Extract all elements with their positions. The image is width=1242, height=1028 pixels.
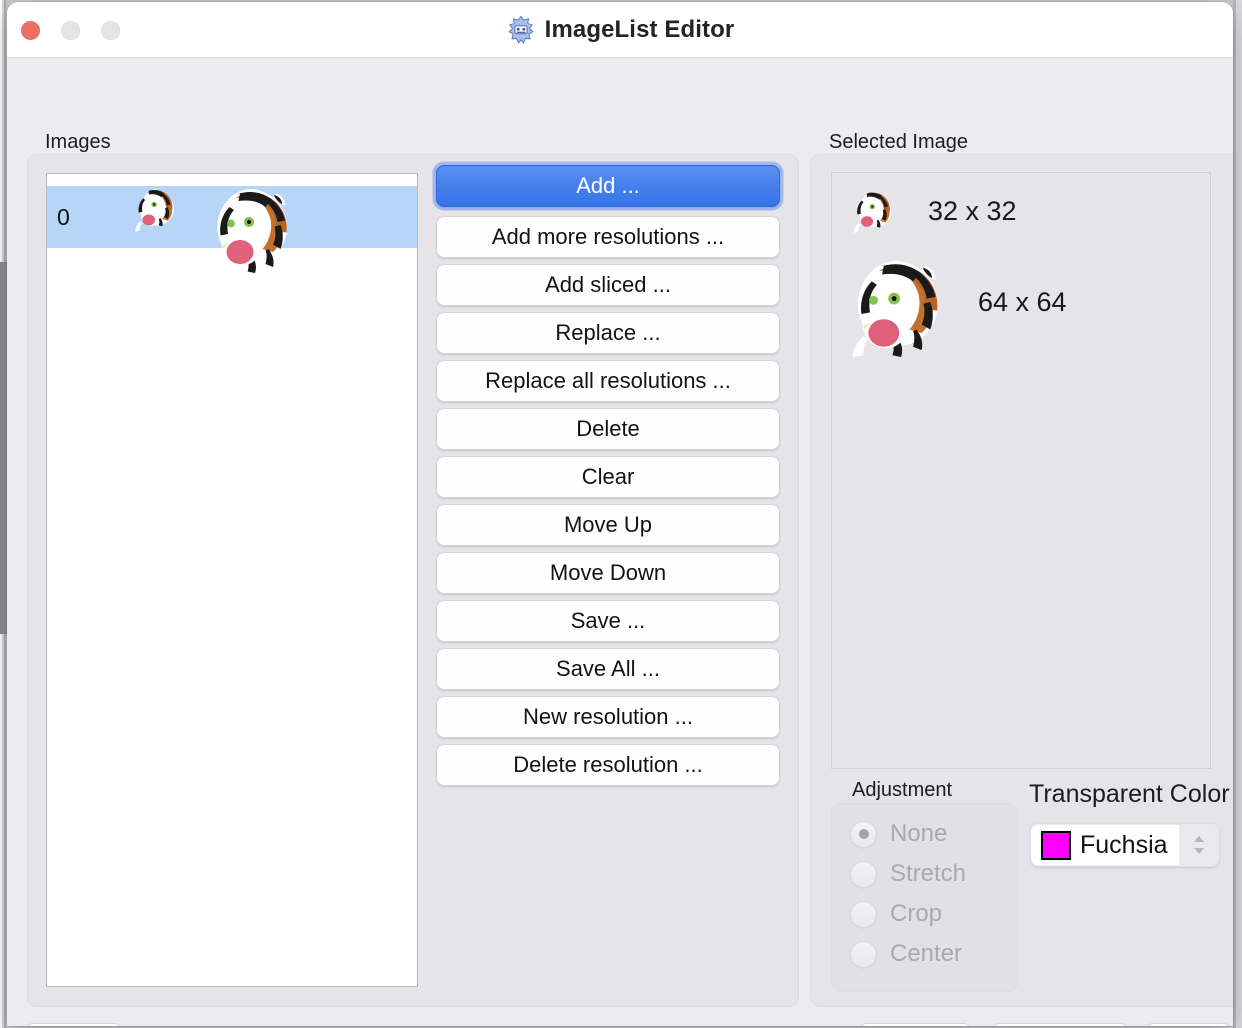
images-group-label: Images (45, 131, 111, 153)
list-item-index: 0 (57, 203, 70, 230)
move-down-button[interactable]: Move Down (436, 552, 780, 594)
dialog-content: Images 0 Add ... Add more resolutions ..… (7, 58, 1233, 1026)
clear-button[interactable]: Clear (436, 456, 780, 498)
selected-image-group-label: Selected Image (829, 131, 968, 153)
window-titlebar: ImageList Editor (7, 2, 1233, 58)
radio-option-none[interactable]: None (850, 820, 947, 848)
tiger-thumbnail-64 (213, 189, 288, 273)
selected-image-preview-panel: 32 x 32 64 x 64 (831, 172, 1211, 769)
close-window-button[interactable] (21, 21, 40, 40)
help-button[interactable]: Help (25, 1023, 123, 1026)
radio-dot-icon (850, 860, 877, 888)
delete-button[interactable]: Delete (436, 408, 780, 450)
add-sliced-button[interactable]: Add sliced ... (436, 264, 780, 306)
transparent-color-value: Fuchsia (1080, 830, 1168, 859)
add-more-resolutions-button[interactable]: Add more resolutions ... (436, 216, 780, 258)
lazarus-app-icon (508, 15, 533, 43)
tiger-preview-64 (852, 260, 938, 357)
replace-all-resolutions-button[interactable]: Replace all resolutions ... (436, 360, 780, 402)
radio-label: Crop (890, 900, 943, 927)
replace-button[interactable]: Replace ... (436, 312, 780, 354)
list-item[interactable]: 0 (47, 186, 417, 273)
radio-label: Stretch (890, 860, 967, 887)
maximize-window-button[interactable] (101, 21, 120, 40)
cancel-button[interactable]: Cancel (991, 1023, 1129, 1026)
tiger-preview-32 (853, 191, 892, 233)
transparent-color-label: Transparent Color (1029, 780, 1230, 808)
desktop-edge-left-dark (0, 262, 7, 634)
transparent-color-field[interactable]: Fuchsia (1031, 825, 1179, 865)
radio-dot-icon (850, 900, 877, 928)
apply-button[interactable]: Apply (858, 1023, 972, 1026)
stepper-arrows-icon[interactable] (1179, 831, 1219, 859)
save-all-button[interactable]: Save All ... (436, 648, 780, 690)
delete-resolution-button[interactable]: Delete resolution ... (436, 744, 780, 786)
radio-option-crop[interactable]: Crop (850, 900, 942, 928)
radio-option-center[interactable]: Center (850, 940, 962, 968)
images-listbox[interactable]: 0 (46, 173, 418, 987)
window-title-group: ImageList Editor (7, 2, 1233, 57)
ok-button[interactable]: OK (1145, 1023, 1232, 1026)
transparent-color-combobox[interactable]: Fuchsia (1030, 823, 1220, 867)
resolution-row: 64 x 64 (846, 247, 1067, 357)
tiger-thumbnail-32 (135, 189, 174, 232)
resolution-label: 32 x 32 (928, 195, 1017, 226)
image-action-buttons: Add ... Add more resolutions ... Add sli… (432, 165, 784, 792)
move-up-button[interactable]: Move Up (436, 504, 780, 546)
adjustment-group-label: Adjustment (852, 779, 953, 801)
radio-dot-icon (850, 820, 877, 848)
radio-dot-icon (850, 940, 877, 968)
new-resolution-button[interactable]: New resolution ... (436, 696, 780, 738)
resolution-label: 64 x 64 (978, 286, 1067, 317)
imagelist-editor-window: ImageList Editor Images 0 Add ... Add mo… (7, 2, 1233, 1026)
save-button[interactable]: Save ... (436, 600, 780, 642)
adjustment-radio-group: None Stretch Crop Center (831, 803, 1018, 992)
window-title: ImageList Editor (544, 15, 735, 43)
images-groupbox: 0 Add ... Add more resolutions ... Add s… (27, 154, 799, 1007)
radio-label: Center (890, 940, 963, 967)
resolution-row: 32 x 32 (846, 183, 1017, 239)
radio-label: None (890, 820, 948, 847)
color-swatch-icon (1041, 830, 1071, 860)
radio-option-stretch[interactable]: Stretch (850, 860, 966, 888)
list-item-thumbnails (127, 180, 303, 273)
desktop-edge-right (1233, 0, 1242, 1028)
minimize-window-button[interactable] (61, 21, 80, 40)
add-button[interactable]: Add ... (436, 165, 780, 207)
